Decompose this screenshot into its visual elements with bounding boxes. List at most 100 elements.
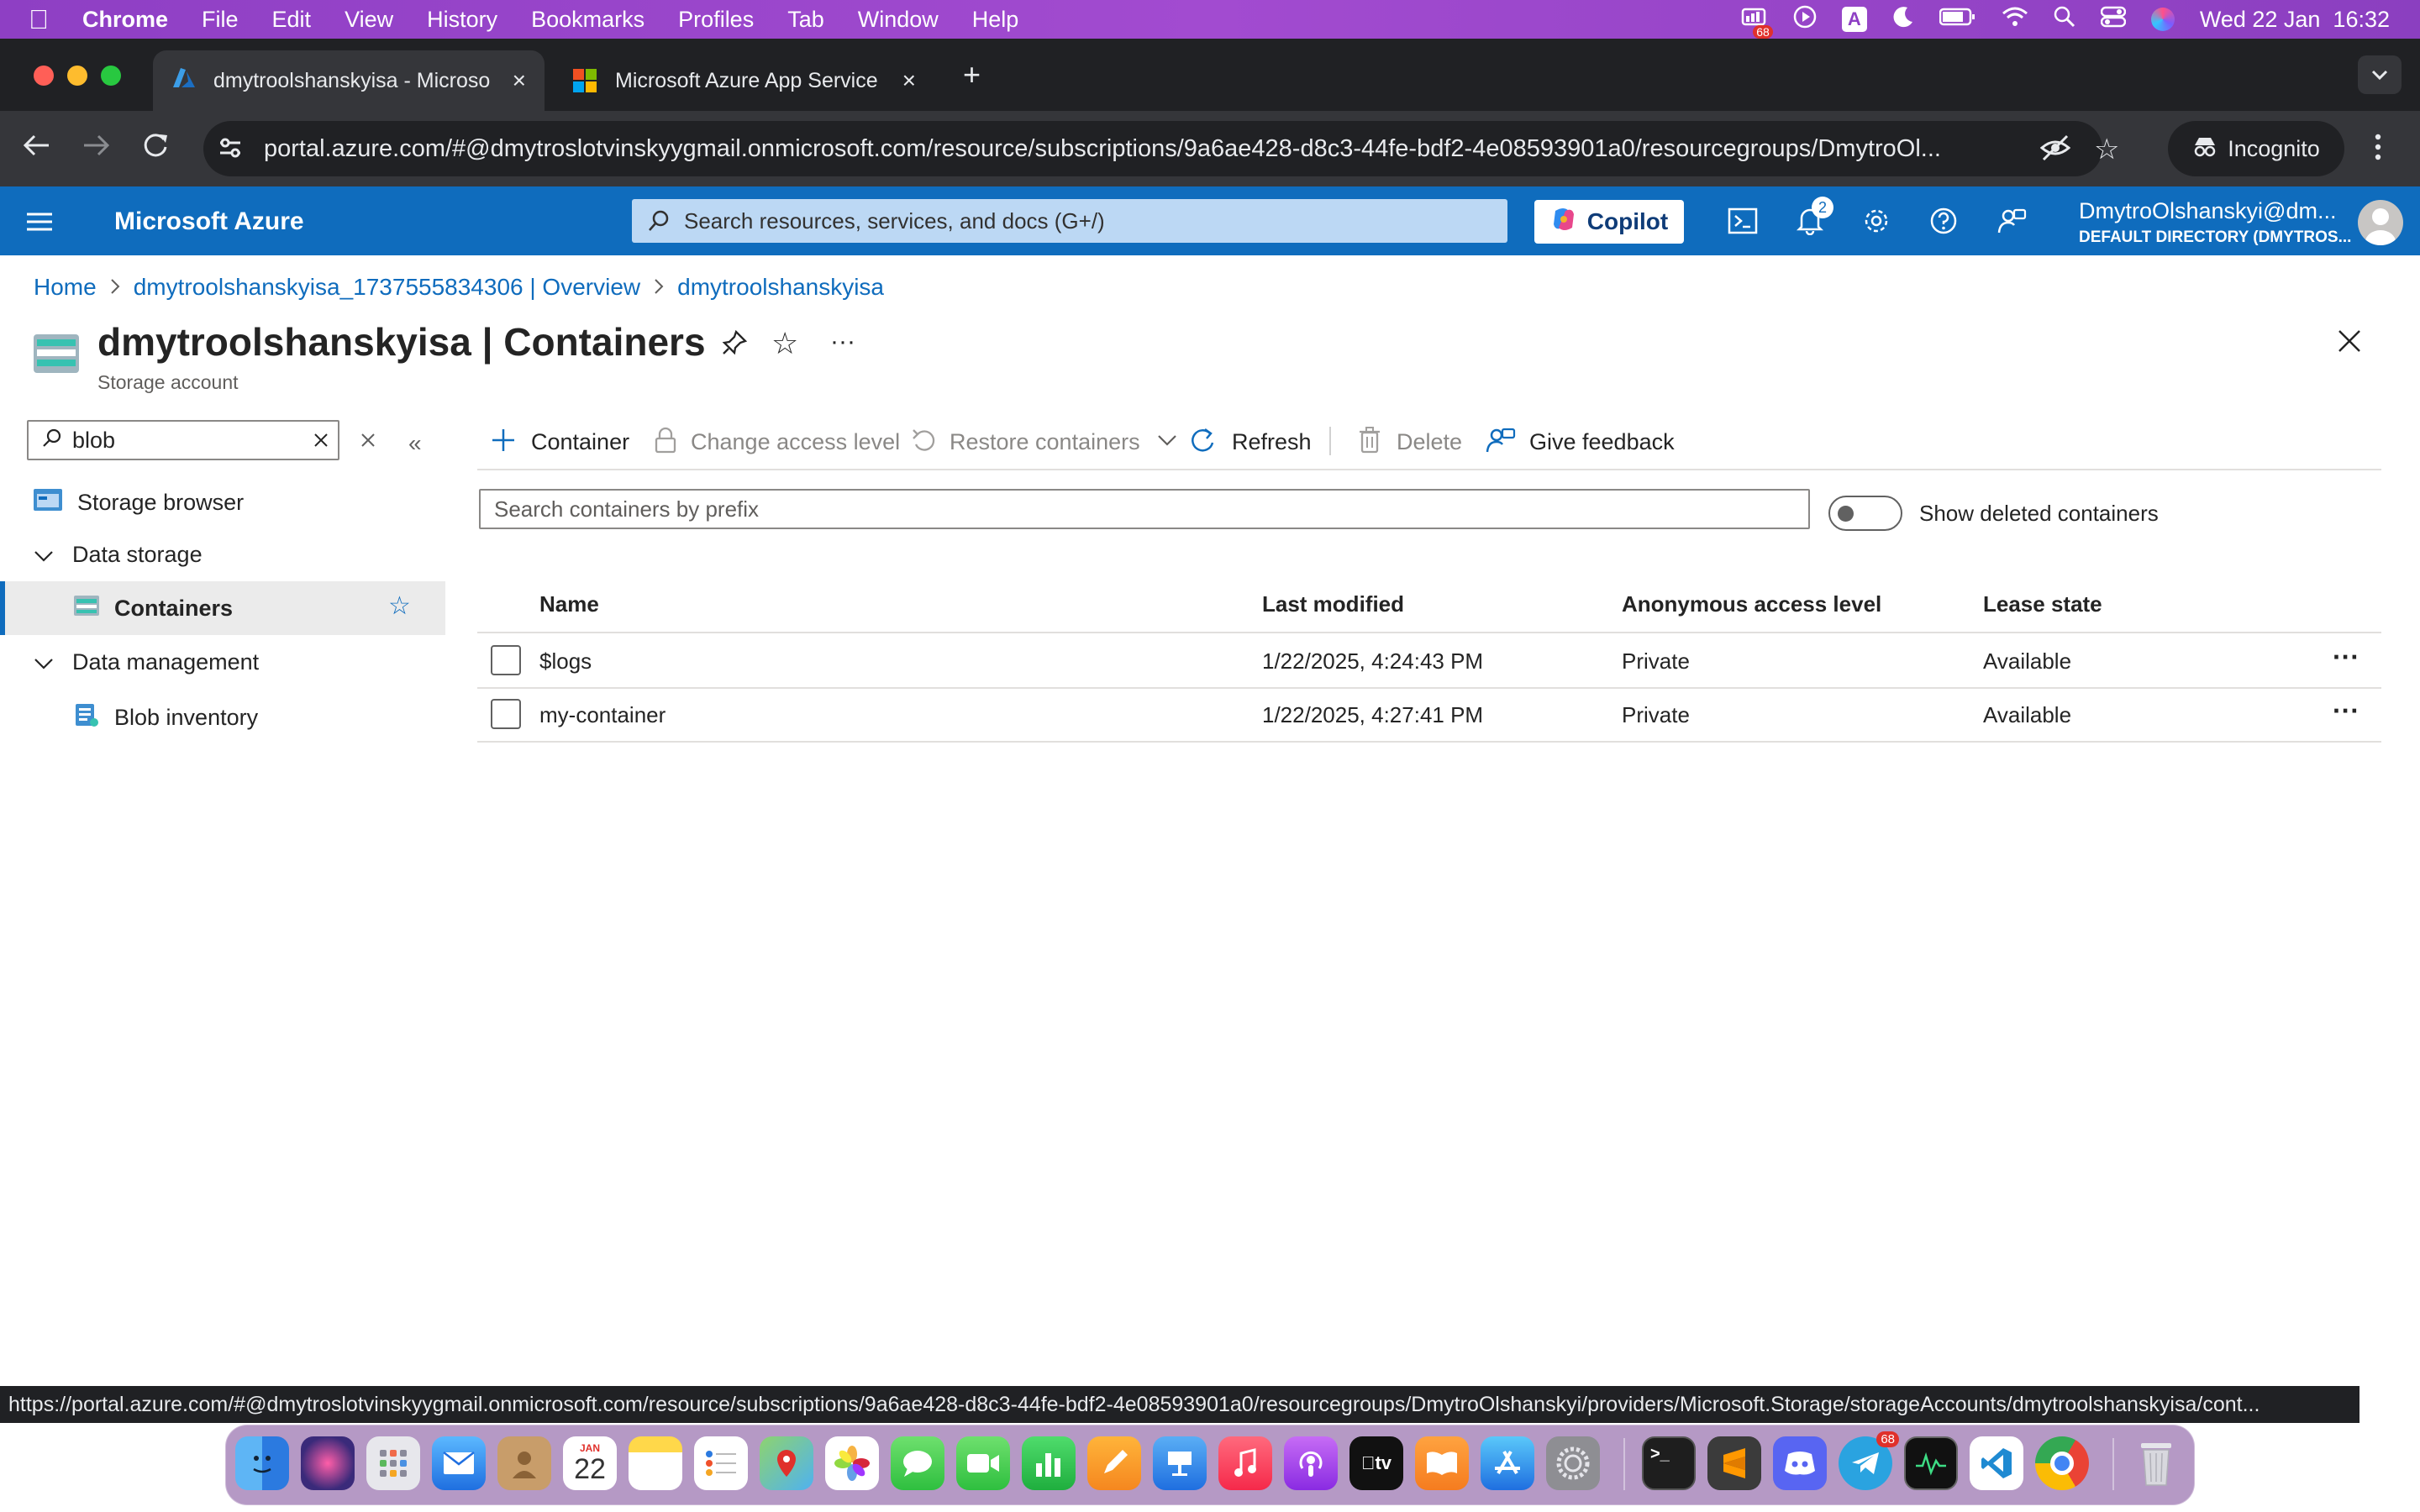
tab-close-icon[interactable]: × (902, 67, 916, 94)
favorite-star-icon[interactable]: ☆ (771, 326, 798, 361)
cloud-shell-icon[interactable] (1728, 207, 1758, 239)
sidebar-group-data-management[interactable]: Data management (0, 643, 445, 680)
row-checkbox[interactable] (491, 645, 521, 675)
apple-tv-icon[interactable]: tv (1349, 1436, 1403, 1490)
sidebar-item-storage-browser[interactable]: Storage browser (0, 484, 445, 521)
clear-filter-icon[interactable] (313, 432, 329, 453)
window-zoom-button[interactable] (101, 66, 121, 86)
reset-filter-icon[interactable] (360, 432, 376, 453)
sidebar-item-containers[interactable]: Containers ☆ (0, 581, 445, 635)
menu-window[interactable]: Window (858, 7, 939, 33)
column-header-last-modified[interactable]: Last modified (1262, 591, 1404, 617)
show-deleted-toggle[interactable] (1828, 496, 1902, 531)
sublime-text-icon[interactable] (1707, 1436, 1761, 1490)
help-icon[interactable] (1929, 207, 1958, 239)
menu-app-name[interactable]: Chrome (82, 7, 168, 33)
restore-containers-button[interactable]: Restore containers (911, 423, 1177, 460)
notes-icon[interactable] (629, 1436, 682, 1490)
change-access-level-button[interactable]: Change access level (654, 423, 900, 460)
column-header-lease-state[interactable]: Lease state (1983, 591, 2102, 617)
window-minimize-button[interactable] (67, 66, 87, 86)
photos-icon[interactable] (825, 1436, 879, 1490)
reminders-icon[interactable] (694, 1436, 748, 1490)
launchpad-icon[interactable] (366, 1436, 420, 1490)
row-checkbox[interactable] (491, 699, 521, 729)
breadcrumb-home[interactable]: Home (34, 274, 97, 301)
apple-icon[interactable]:  (29, 4, 49, 35)
eye-off-icon[interactable] (2039, 134, 2071, 165)
more-actions-icon[interactable]: ··· (830, 328, 855, 356)
address-bar[interactable]: portal.azure.com/#@dmytroslotvinskyygmai… (203, 121, 2102, 176)
siri-icon[interactable] (2150, 8, 2175, 31)
give-feedback-button[interactable]: Give feedback (1486, 423, 1675, 460)
input-source-icon[interactable]: A (1841, 7, 1867, 32)
window-close-button[interactable] (34, 66, 54, 86)
more-menu-icon[interactable] (2370, 133, 2386, 165)
system-settings-icon[interactable] (1546, 1436, 1600, 1490)
telegram-icon[interactable]: 68 (1839, 1431, 1899, 1490)
hamburger-menu-icon[interactable] (27, 212, 52, 236)
close-blade-icon[interactable] (2338, 329, 2361, 357)
moon-icon[interactable] (1892, 5, 1914, 34)
wifi-icon[interactable] (2002, 6, 2028, 34)
contacts-icon[interactable] (497, 1436, 551, 1490)
delete-button[interactable]: Delete (1358, 423, 1462, 460)
terminal-icon[interactable]: >_ (1642, 1436, 1696, 1490)
mail-icon[interactable] (432, 1436, 486, 1490)
calendar-icon[interactable]: JAN 22 (563, 1436, 617, 1490)
column-header-access-level[interactable]: Anonymous access level (1622, 591, 1881, 617)
breadcrumb-storage-account[interactable]: dmytroolshanskyisa (677, 274, 884, 301)
keynote-icon[interactable] (1153, 1436, 1207, 1490)
forward-icon[interactable] (81, 133, 111, 162)
activity-monitor-icon[interactable] (1904, 1436, 1958, 1490)
tab-app-service[interactable]: Microsoft Azure App Service × (555, 50, 934, 111)
tab-azure-portal[interactable]: dmytroolshanskyisa - Microso × (153, 50, 544, 111)
menu-help[interactable]: Help (972, 7, 1019, 33)
site-info-icon[interactable] (217, 134, 244, 165)
row-more-icon[interactable]: ··· (2333, 642, 2360, 673)
messages-icon[interactable] (891, 1436, 944, 1490)
breadcrumb-resource-group[interactable]: dmytroolshanskyisa_1737555834306 | Overv… (134, 274, 640, 301)
status-menu-icon[interactable]: 68 (1741, 6, 1773, 39)
feedback-person-icon[interactable] (1996, 207, 2027, 239)
global-search-input[interactable]: Search resources, services, and docs (G+… (632, 199, 1507, 243)
refresh-button[interactable]: Refresh (1188, 423, 1312, 460)
tab-search-button[interactable] (2358, 55, 2402, 94)
control-center-icon[interactable] (2100, 6, 2127, 34)
sidebar-filter-input[interactable]: blob (27, 420, 339, 460)
battery-icon[interactable] (1939, 7, 1976, 33)
menu-tab[interactable]: Tab (787, 7, 824, 33)
incognito-indicator[interactable]: Incognito (2168, 121, 2344, 176)
table-row[interactable]: $logs 1/22/2025, 4:24:43 PM Private Avai… (477, 633, 2381, 687)
facetime-icon[interactable] (956, 1436, 1010, 1490)
vscode-icon[interactable] (1970, 1436, 2023, 1490)
container-name-link[interactable]: my-container (539, 702, 666, 728)
column-header-name[interactable]: Name (539, 591, 599, 617)
back-icon[interactable] (22, 133, 52, 162)
collapse-sidebar-icon[interactable]: « (408, 430, 422, 457)
tab-close-icon[interactable]: × (513, 67, 526, 94)
trash-bin-icon[interactable] (2129, 1436, 2183, 1490)
menubar-clock[interactable]: Wed 22 Jan 16:32 (2200, 7, 2390, 33)
menu-view[interactable]: View (345, 7, 393, 33)
maps-icon[interactable] (760, 1436, 813, 1490)
row-more-icon[interactable]: ··· (2333, 696, 2360, 727)
chrome-icon[interactable] (2035, 1436, 2089, 1490)
podcasts-icon[interactable] (1284, 1436, 1338, 1490)
table-row[interactable]: my-container 1/22/2025, 4:27:41 PM Priva… (477, 689, 2381, 741)
spotlight-search-icon[interactable] (2054, 6, 2075, 34)
sidebar-item-blob-inventory[interactable]: Blob inventory (0, 699, 445, 736)
container-name-link[interactable]: $logs (539, 648, 592, 675)
settings-gear-icon[interactable] (1862, 207, 1891, 239)
copilot-button[interactable]: Copilot (1534, 200, 1684, 244)
discord-icon[interactable] (1773, 1436, 1827, 1490)
menu-bookmarks[interactable]: Bookmarks (531, 7, 644, 33)
new-tab-button[interactable]: + (963, 57, 981, 92)
account-directory[interactable]: DEFAULT DIRECTORY (DMYTROS... (2079, 228, 2351, 247)
favorite-star-icon[interactable]: ☆ (388, 591, 411, 621)
books-icon[interactable] (1415, 1436, 1469, 1490)
pages-icon[interactable] (1087, 1436, 1141, 1490)
sidebar-group-data-storage[interactable]: Data storage (0, 536, 445, 573)
avatar[interactable] (2358, 200, 2403, 245)
azure-brand[interactable]: Microsoft Azure (114, 207, 304, 236)
